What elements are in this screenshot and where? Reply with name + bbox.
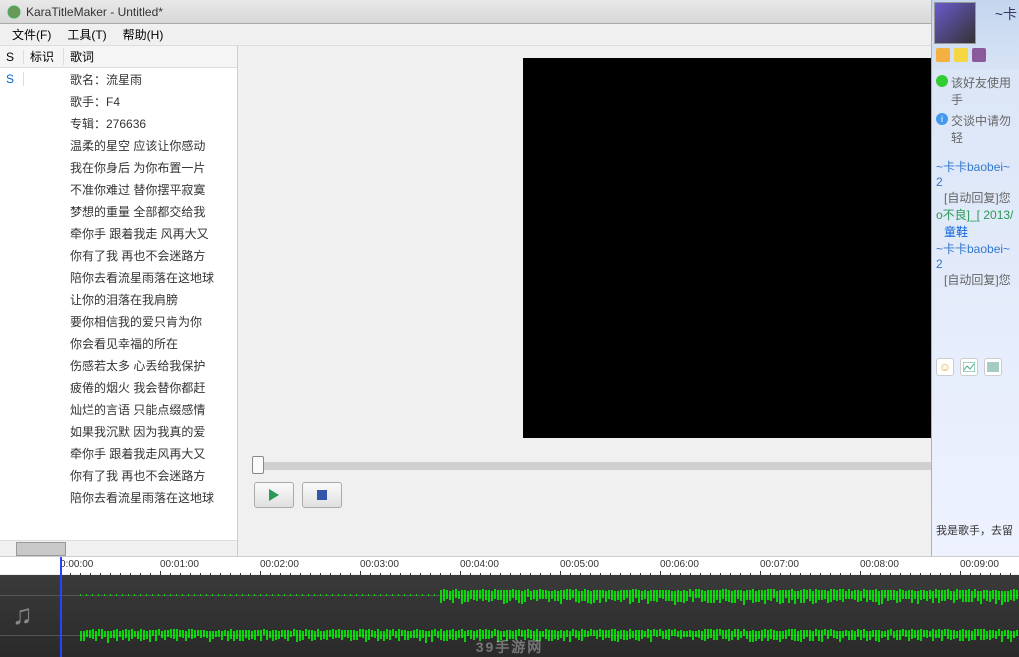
lyric-row[interactable]: 牵你手 跟着我走风再大又 (0, 442, 237, 464)
lyric-row[interactable]: 专辑：276636 (0, 112, 237, 134)
lyric-row[interactable]: 陪你去看流星雨落在这地球 (0, 486, 237, 508)
time-label: 00:05:00 (560, 559, 599, 570)
column-mark[interactable]: 标识 (24, 48, 64, 65)
time-label: 00:06:00 (660, 559, 699, 570)
time-label: 00:09:00 (960, 559, 999, 570)
scrollbar-thumb[interactable] (16, 542, 66, 556)
lyric-row[interactable]: 你有了我 再也不会迷路方 (0, 464, 237, 486)
chat-header: ~卡 (932, 0, 1019, 70)
chat-messages: ~卡卡baobei~ 2 [自动回复]您 o不良]_[ 2013/ 童鞋 ~卡卡… (932, 154, 1019, 292)
lyrics-header: S 标识 歌词 (0, 46, 237, 68)
column-s[interactable]: S (0, 50, 24, 64)
app-icon (6, 4, 22, 20)
timeline[interactable]: 0:00:00 00:01:00 00:02:00 00:03:00 00:04:00 0… (0, 556, 1019, 656)
message-sender: ~卡卡baobei~ 2 (936, 158, 1015, 189)
lyric-row[interactable]: 让你的泪落在我肩膀 (0, 288, 237, 310)
lyric-row[interactable]: 要你相信我的爱只肯为你 (0, 310, 237, 332)
chat-window[interactable]: ~卡 该好友使用手 i交谈中请勿轻 ~卡卡baobei~ 2 [自动回复]您 o… (931, 0, 1019, 556)
emoji-icon[interactable]: ☺ (936, 358, 954, 376)
waveform[interactable]: ♫ 39手游网 (0, 575, 1019, 657)
lyric-row[interactable]: 我在你身后 为你布置一片 (0, 156, 237, 178)
lyric-row[interactable]: 梦想的重量 全部都交给我 (0, 200, 237, 222)
time-label: 00:03:00 (360, 559, 399, 570)
time-label: 00:04:00 (460, 559, 499, 570)
star-icon[interactable] (954, 48, 968, 62)
lyrics-list[interactable]: S歌名：流星雨歌手：F4专辑：276636温柔的星空 应该让你感动我在你身后 为… (0, 68, 237, 540)
menu-file[interactable]: 文件(F) (4, 24, 59, 45)
lyric-row[interactable]: 不准你难过 替你摆平寂寞 (0, 178, 237, 200)
info-icon: i (936, 113, 948, 125)
time-label: 0:00:00 (60, 559, 93, 570)
menu-tools[interactable]: 工具(T) (59, 24, 114, 45)
phone-icon[interactable] (936, 48, 950, 62)
watermark: 39手游网 (476, 637, 544, 657)
seek-slider[interactable] (254, 462, 1003, 470)
lyric-row[interactable]: 歌手：F4 (0, 90, 237, 112)
info-text: 交谈中请勿轻 (951, 112, 1015, 146)
message-body: [自动回复]您 (936, 189, 1015, 206)
flag-icon[interactable] (972, 48, 986, 62)
window-title: KaraTitleMaker - Untitled* (26, 5, 163, 19)
avatar[interactable] (934, 2, 976, 44)
window-titlebar: KaraTitleMaker - Untitled* (0, 0, 1019, 24)
lyric-row[interactable]: 伤感若太多 心丢给我保护 (0, 354, 237, 376)
chat-footer-text: 我是歌手，去留 (936, 522, 1013, 538)
lyrics-panel: S 标识 歌词 S歌名：流星雨歌手：F4专辑：276636温柔的星空 应该让你感… (0, 46, 238, 556)
lyric-row[interactable]: 陪你去看流星雨落在这地球 (0, 266, 237, 288)
menu-help[interactable]: 帮助(H) (115, 24, 172, 45)
stop-button[interactable] (302, 482, 342, 508)
play-button[interactable] (254, 482, 294, 508)
time-label: 00:02:00 (260, 559, 299, 570)
menubar: 文件(F) 工具(T) 帮助(H) (0, 24, 1019, 46)
lyric-row[interactable]: S歌名：流星雨 (0, 68, 237, 90)
preview-panel (238, 46, 1019, 556)
status-online-icon (936, 75, 948, 87)
time-label: 00:08:00 (860, 559, 899, 570)
column-lyric[interactable]: 歌词 (64, 48, 237, 65)
time-ruler[interactable]: 0:00:00 00:01:00 00:02:00 00:03:00 00:04:00 0… (0, 557, 1019, 575)
lyric-row[interactable]: 如果我沉默 因为我真的爱 (0, 420, 237, 442)
seek-thumb[interactable] (252, 456, 264, 474)
lyric-row[interactable]: 牵你手 跟着我走 风再大又 (0, 222, 237, 244)
message-sender: o不良]_[ 2013/ (936, 206, 1015, 223)
screenshot-icon[interactable] (984, 358, 1002, 376)
status-text: 该好友使用手 (951, 74, 1015, 108)
lyric-row[interactable]: 温柔的星空 应该让你感动 (0, 134, 237, 156)
message-link[interactable]: 童鞋 (936, 223, 1015, 240)
image-icon[interactable] (960, 358, 978, 376)
lyric-row[interactable]: 你有了我 再也不会迷路方 (0, 244, 237, 266)
music-note-icon: ♫ (12, 599, 33, 631)
time-label: 00:07:00 (760, 559, 799, 570)
lyric-row[interactable]: 灿烂的言语 只能点缀感情 (0, 398, 237, 420)
lyric-row[interactable]: 你会看见幸福的所在 (0, 332, 237, 354)
message-sender: ~卡卡baobei~ 2 (936, 240, 1015, 271)
lyric-row[interactable]: 疲倦的烟火 我会替你都赶 (0, 376, 237, 398)
playhead-marker[interactable] (60, 557, 62, 657)
horizontal-scrollbar[interactable] (0, 540, 237, 556)
time-label: 00:01:00 (160, 559, 199, 570)
chat-contact-name: ~卡 (995, 4, 1017, 24)
message-body: [自动回复]您 (936, 271, 1015, 288)
